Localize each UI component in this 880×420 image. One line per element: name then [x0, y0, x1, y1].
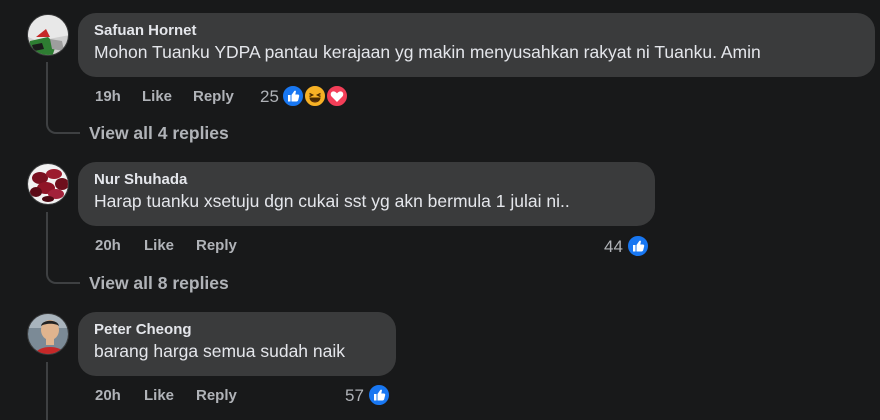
- reaction-icons[interactable]: [367, 383, 393, 407]
- comment-author[interactable]: Safuan Hornet: [94, 21, 863, 40]
- avatar[interactable]: [27, 313, 69, 355]
- comment-text: Harap tuanku xsetuju dgn cukai sst yg ak…: [94, 191, 570, 211]
- like-button[interactable]: Like: [144, 236, 196, 256]
- reaction-count[interactable]: 57: [345, 385, 364, 407]
- reaction-icons[interactable]: [281, 84, 351, 108]
- comment-text: Mohon Tuanku YDPA pantau kerajaan yg mak…: [94, 42, 761, 62]
- comment-author[interactable]: Nur Shuhada: [94, 170, 643, 189]
- reply-button[interactable]: Reply: [196, 386, 237, 406]
- thread-connector: [46, 268, 80, 284]
- comments-section: Safuan Hornet Mohon Tuanku YDPA pantau k…: [0, 0, 880, 420]
- reply-button[interactable]: Reply: [196, 236, 237, 256]
- comment-timestamp[interactable]: 20h: [95, 386, 144, 406]
- like-button[interactable]: Like: [144, 386, 196, 406]
- like-icon: [281, 84, 305, 108]
- comment-timestamp[interactable]: 19h: [95, 87, 142, 107]
- thread-line: [46, 362, 48, 420]
- like-icon: [367, 383, 391, 407]
- comment-text: barang harga semua sudah naik: [94, 341, 346, 361]
- reaction-icons[interactable]: [626, 234, 652, 258]
- thread-line: [46, 62, 48, 122]
- comment-bubble: Safuan Hornet Mohon Tuanku YDPA pantau k…: [78, 13, 875, 77]
- reply-button[interactable]: Reply: [193, 87, 234, 107]
- comment-bubble: Nur Shuhada Harap tuanku xsetuju dgn cuk…: [78, 162, 655, 226]
- reaction-count[interactable]: 44: [604, 236, 623, 258]
- reaction-count[interactable]: 25: [260, 86, 279, 108]
- view-replies-link[interactable]: View all 8 replies: [89, 272, 229, 294]
- comment-timestamp[interactable]: 20h: [95, 236, 144, 256]
- comment-author[interactable]: Peter Cheong: [94, 320, 384, 339]
- thread-line: [46, 212, 48, 272]
- comment-bubble: Peter Cheong barang harga semua sudah na…: [78, 312, 396, 376]
- haha-icon: [303, 84, 327, 108]
- comment-actions: 20h Like Reply: [95, 236, 237, 256]
- avatar[interactable]: [27, 163, 69, 205]
- like-button[interactable]: Like: [142, 87, 193, 107]
- like-icon: [626, 234, 650, 258]
- love-icon: [325, 84, 349, 108]
- comment-actions: 19h Like Reply: [95, 87, 234, 107]
- thread-connector: [46, 118, 80, 134]
- avatar[interactable]: [27, 14, 69, 56]
- comment-actions: 20h Like Reply: [95, 386, 237, 406]
- view-replies-link[interactable]: View all 4 replies: [89, 122, 229, 144]
